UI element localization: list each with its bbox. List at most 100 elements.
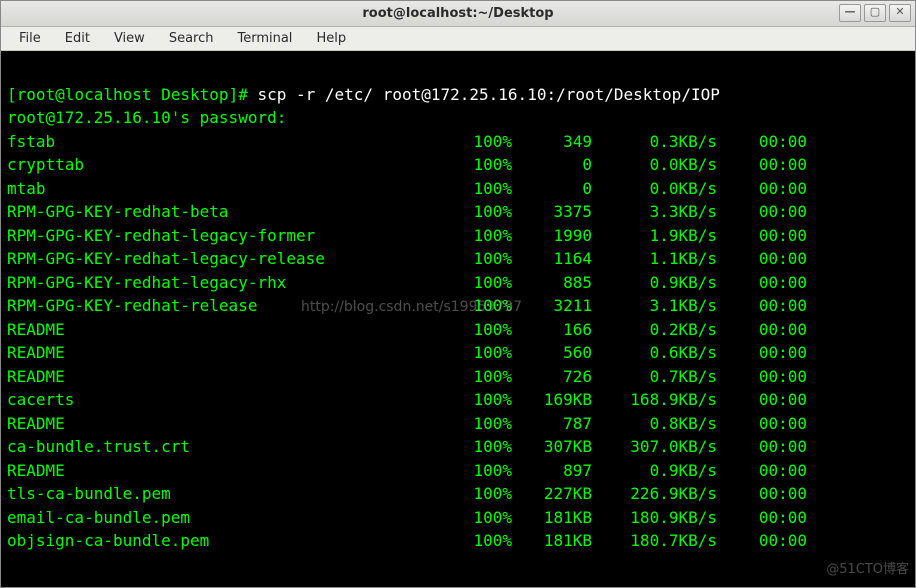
size: 166: [512, 318, 592, 342]
size: 885: [512, 271, 592, 295]
percent: 100%: [457, 388, 512, 412]
eta: 00:00: [717, 529, 807, 553]
eta: 00:00: [717, 200, 807, 224]
percent: 100%: [457, 341, 512, 365]
eta: 00:00: [717, 506, 807, 530]
close-button[interactable]: ✕: [889, 4, 911, 22]
eta: 00:00: [717, 153, 807, 177]
eta: 00:00: [717, 318, 807, 342]
rate: 0.0KB/s: [592, 153, 717, 177]
percent: 100%: [457, 200, 512, 224]
percent: 100%: [457, 247, 512, 271]
size: 1990: [512, 224, 592, 248]
scp-row: fstab100%3490.3KB/s00:00: [7, 130, 909, 154]
menu-help[interactable]: Help: [304, 29, 358, 48]
scp-row: RPM-GPG-KEY-redhat-legacy-rhx100%8850.9K…: [7, 271, 909, 295]
scp-rows: fstab100%3490.3KB/s00:00crypttab100%00.0…: [7, 130, 909, 553]
scp-row: README100%5600.6KB/s00:00: [7, 341, 909, 365]
rate: 0.9KB/s: [592, 459, 717, 483]
file-name: RPM-GPG-KEY-redhat-legacy-release: [7, 247, 457, 271]
prompt-open: [: [7, 85, 17, 104]
file-name: tls-ca-bundle.pem: [7, 482, 457, 506]
maximize-button[interactable]: ▢: [864, 4, 886, 22]
size: 0: [512, 153, 592, 177]
scp-row: email-ca-bundle.pem100%181KB180.9KB/s00:…: [7, 506, 909, 530]
file-name: RPM-GPG-KEY-redhat-legacy-former: [7, 224, 457, 248]
menubar: File Edit View Search Terminal Help: [1, 27, 915, 51]
terminal-window: root@localhost:~/Desktop — ▢ ✕ File Edit…: [0, 0, 916, 588]
scp-row: RPM-GPG-KEY-redhat-release100%32113.1KB/…: [7, 294, 909, 318]
size: 897: [512, 459, 592, 483]
prompt-line: [root@localhost Desktop]# scp -r /etc/ r…: [7, 83, 909, 107]
menu-file[interactable]: File: [7, 29, 53, 48]
scp-row: RPM-GPG-KEY-redhat-legacy-release100%116…: [7, 247, 909, 271]
file-name: RPM-GPG-KEY-redhat-release: [7, 294, 457, 318]
size: 181KB: [512, 506, 592, 530]
prompt-path: Desktop: [152, 85, 229, 104]
size: 3211: [512, 294, 592, 318]
size: 560: [512, 341, 592, 365]
file-name: RPM-GPG-KEY-redhat-beta: [7, 200, 457, 224]
rate: 168.9KB/s: [592, 388, 717, 412]
eta: 00:00: [717, 177, 807, 201]
percent: 100%: [457, 482, 512, 506]
file-name: objsign-ca-bundle.pem: [7, 529, 457, 553]
scp-row: README100%7870.8KB/s00:00: [7, 412, 909, 436]
rate: 0.0KB/s: [592, 177, 717, 201]
menu-edit[interactable]: Edit: [53, 29, 102, 48]
menu-terminal[interactable]: Terminal: [225, 29, 304, 48]
size: 1164: [512, 247, 592, 271]
terminal-body[interactable]: [root@localhost Desktop]# scp -r /etc/ r…: [1, 51, 915, 587]
file-name: email-ca-bundle.pem: [7, 506, 457, 530]
scp-row: crypttab100%00.0KB/s00:00: [7, 153, 909, 177]
eta: 00:00: [717, 341, 807, 365]
scp-row: cacerts100%169KB168.9KB/s00:00: [7, 388, 909, 412]
size: 787: [512, 412, 592, 436]
percent: 100%: [457, 153, 512, 177]
percent: 100%: [457, 294, 512, 318]
file-name: README: [7, 412, 457, 436]
rate: 0.2KB/s: [592, 318, 717, 342]
password-prompt-line: root@172.25.16.10's password:: [7, 106, 909, 130]
watermark-corner: @51CTO博客: [826, 558, 909, 582]
percent: 100%: [457, 224, 512, 248]
size: 307KB: [512, 435, 592, 459]
minimize-button[interactable]: —: [839, 4, 861, 22]
window-controls: — ▢ ✕: [839, 4, 911, 22]
rate: 0.8KB/s: [592, 412, 717, 436]
percent: 100%: [457, 318, 512, 342]
file-name: RPM-GPG-KEY-redhat-legacy-rhx: [7, 271, 457, 295]
menu-search[interactable]: Search: [157, 29, 226, 48]
scp-row: README100%1660.2KB/s00:00: [7, 318, 909, 342]
window-title: root@localhost:~/Desktop: [362, 6, 553, 21]
eta: 00:00: [717, 130, 807, 154]
eta: 00:00: [717, 224, 807, 248]
rate: 307.0KB/s: [592, 435, 717, 459]
prompt-close: ]#: [229, 85, 258, 104]
size: 349: [512, 130, 592, 154]
rate: 180.7KB/s: [592, 529, 717, 553]
size: 0: [512, 177, 592, 201]
scp-row: tls-ca-bundle.pem100%227KB226.9KB/s00:00: [7, 482, 909, 506]
blank-line: [7, 59, 909, 83]
size: 3375: [512, 200, 592, 224]
percent: 100%: [457, 506, 512, 530]
file-name: fstab: [7, 130, 457, 154]
file-name: cacerts: [7, 388, 457, 412]
rate: 226.9KB/s: [592, 482, 717, 506]
percent: 100%: [457, 529, 512, 553]
percent: 100%: [457, 459, 512, 483]
file-name: README: [7, 341, 457, 365]
eta: 00:00: [717, 271, 807, 295]
menu-view[interactable]: View: [102, 29, 157, 48]
rate: 0.7KB/s: [592, 365, 717, 389]
rate: 0.6KB/s: [592, 341, 717, 365]
percent: 100%: [457, 435, 512, 459]
eta: 00:00: [717, 247, 807, 271]
titlebar[interactable]: root@localhost:~/Desktop — ▢ ✕: [1, 1, 915, 27]
eta: 00:00: [717, 459, 807, 483]
file-name: mtab: [7, 177, 457, 201]
scp-row: RPM-GPG-KEY-redhat-beta100%33753.3KB/s00…: [7, 200, 909, 224]
rate: 1.1KB/s: [592, 247, 717, 271]
rate: 0.9KB/s: [592, 271, 717, 295]
